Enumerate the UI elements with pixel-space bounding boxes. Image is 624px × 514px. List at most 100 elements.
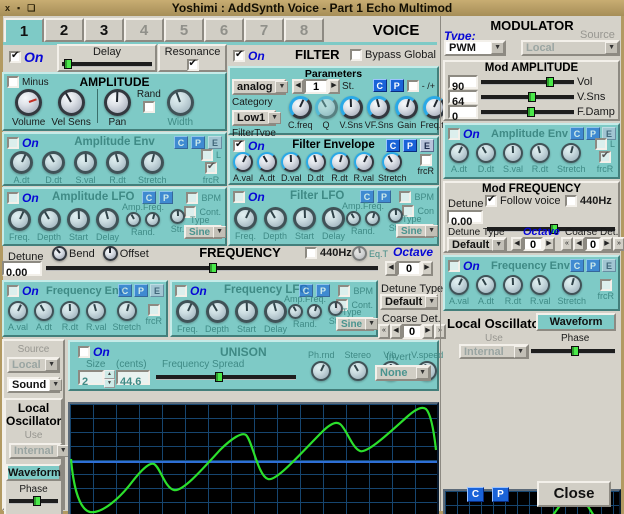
knob[interactable] bbox=[234, 207, 257, 230]
knob[interactable] bbox=[10, 151, 33, 174]
unison-size-stepper[interactable]: ▲▼ bbox=[104, 370, 115, 388]
knob[interactable] bbox=[503, 275, 523, 295]
mod-freq-env-on-checkbox[interactable] bbox=[448, 260, 460, 272]
knob[interactable] bbox=[106, 151, 129, 174]
spin-last-icon[interactable]: » bbox=[613, 237, 624, 251]
knob[interactable] bbox=[315, 96, 338, 119]
width-knob[interactable] bbox=[167, 89, 194, 116]
bypass-global-checkbox[interactable] bbox=[350, 49, 362, 61]
spin-right-icon[interactable]: ▶ bbox=[328, 79, 340, 94]
knob[interactable] bbox=[476, 275, 496, 295]
filter-type-dropdown[interactable]: analog▼ bbox=[232, 79, 286, 95]
copy-button[interactable]: C bbox=[174, 136, 188, 149]
vel-sens-knob[interactable] bbox=[58, 89, 85, 116]
bend-knob[interactable] bbox=[52, 246, 67, 261]
detune-type-dropdown[interactable]: Default▼ bbox=[380, 294, 438, 310]
spin-left-icon[interactable]: ◀ bbox=[511, 237, 523, 251]
mod-use-dropdown[interactable]: Internal▼ bbox=[459, 344, 529, 359]
mod-paste-button[interactable]: P bbox=[492, 487, 509, 502]
coarse-det-spinner[interactable]: « ◀ 0 ▶ » bbox=[378, 324, 446, 339]
paste-button[interactable]: P bbox=[586, 259, 600, 272]
mod-waveform-button[interactable]: Waveform bbox=[536, 313, 616, 331]
edit-button[interactable]: E bbox=[208, 136, 222, 149]
unison-spread-slider[interactable] bbox=[156, 372, 296, 382]
spin-right-icon[interactable]: ▶ bbox=[543, 237, 555, 251]
filter-lfo-on-checkbox[interactable] bbox=[233, 191, 245, 203]
knob[interactable] bbox=[67, 208, 90, 231]
source-dropdown[interactable]: Local▼ bbox=[7, 357, 60, 373]
440hz-checkbox[interactable] bbox=[305, 247, 317, 259]
amp-lfo-on-checkbox[interactable] bbox=[7, 192, 19, 204]
follow-voice-checkbox[interactable] bbox=[485, 195, 497, 207]
mod-fdamp-slider[interactable] bbox=[481, 107, 574, 117]
knob[interactable] bbox=[86, 301, 106, 321]
mod-octave-spinner[interactable]: ◀ 0 ▶ bbox=[511, 237, 555, 251]
knob[interactable] bbox=[395, 96, 418, 119]
mod-freq-env-frcr-checkbox[interactable] bbox=[600, 279, 612, 291]
knob[interactable] bbox=[348, 361, 368, 381]
knob[interactable] bbox=[117, 301, 137, 321]
copy-button[interactable]: C bbox=[570, 127, 584, 140]
knob[interactable] bbox=[503, 143, 523, 163]
lfo-rand-freq-knob[interactable] bbox=[145, 212, 160, 227]
offset-knob[interactable] bbox=[103, 246, 118, 261]
spin-first-icon[interactable]: « bbox=[378, 324, 390, 339]
knob[interactable] bbox=[449, 275, 469, 295]
knob[interactable] bbox=[293, 207, 316, 230]
tab-4[interactable]: 4 bbox=[124, 18, 164, 42]
tab-8[interactable]: 8 bbox=[284, 18, 324, 42]
tab-7[interactable]: 7 bbox=[244, 18, 284, 42]
knob[interactable] bbox=[311, 361, 331, 381]
knob[interactable] bbox=[257, 152, 277, 172]
knob[interactable] bbox=[235, 300, 258, 323]
mod-amp-env-frcr-checkbox[interactable] bbox=[599, 151, 611, 163]
copy-button[interactable]: C bbox=[570, 259, 584, 272]
unison-on-checkbox[interactable] bbox=[78, 346, 90, 358]
knob[interactable] bbox=[8, 208, 31, 231]
knob[interactable] bbox=[367, 96, 390, 119]
freq-env-frcr-checkbox[interactable] bbox=[148, 304, 160, 316]
knob[interactable] bbox=[34, 301, 54, 321]
tab-6[interactable]: 6 bbox=[204, 18, 244, 42]
knob[interactable] bbox=[264, 207, 287, 230]
rand-checkbox[interactable] bbox=[143, 101, 155, 113]
phase-slider[interactable] bbox=[9, 496, 58, 506]
mod-source-dropdown[interactable]: Local▼ bbox=[521, 40, 620, 56]
plusminus-checkbox[interactable] bbox=[407, 80, 419, 92]
amp-lfo-type-dropdown[interactable]: Sine▼ bbox=[184, 225, 222, 239]
lfo-rand-freq-knob[interactable] bbox=[307, 304, 322, 319]
knob[interactable] bbox=[96, 208, 119, 231]
amp-lfo-bpm-checkbox[interactable] bbox=[186, 192, 198, 204]
delay-slider[interactable] bbox=[62, 59, 152, 69]
mod-vol-slider[interactable] bbox=[481, 77, 574, 87]
spin-right-icon[interactable]: ▶ bbox=[601, 237, 613, 251]
copy-button[interactable]: C bbox=[386, 139, 400, 152]
spin-left-icon[interactable]: ◀ bbox=[573, 237, 585, 251]
knob[interactable] bbox=[289, 96, 312, 119]
filter-lfo-type-dropdown[interactable]: Sine▼ bbox=[396, 224, 434, 238]
knob[interactable] bbox=[562, 275, 582, 295]
knob[interactable] bbox=[233, 152, 253, 172]
knob[interactable] bbox=[340, 96, 363, 119]
mod-copy-button[interactable]: C bbox=[467, 487, 484, 502]
filter-env-frcr-checkbox[interactable] bbox=[420, 154, 432, 166]
knob[interactable] bbox=[530, 143, 550, 163]
knob[interactable] bbox=[354, 152, 374, 172]
eqt-knob[interactable] bbox=[352, 246, 367, 261]
mod-type-dropdown[interactable]: PWM▼ bbox=[444, 40, 506, 56]
use-dropdown[interactable]: Internal▼ bbox=[9, 443, 62, 459]
knob[interactable] bbox=[281, 152, 301, 172]
tab-3[interactable]: 3 bbox=[84, 18, 124, 42]
knob[interactable] bbox=[74, 151, 97, 174]
resonance-checkbox[interactable] bbox=[187, 59, 199, 71]
tab-1[interactable]: 1 bbox=[4, 18, 44, 45]
edit-button[interactable]: E bbox=[420, 139, 434, 152]
sound-dropdown[interactable]: Sound▼ bbox=[7, 377, 60, 393]
mod-amp-env-on-checkbox[interactable] bbox=[448, 128, 460, 140]
mod-coarse-spinner[interactable]: « ◀ 0 ▶ » bbox=[561, 237, 624, 251]
knob[interactable] bbox=[530, 275, 550, 295]
tab-2[interactable]: 2 bbox=[44, 18, 84, 42]
knob[interactable] bbox=[42, 151, 65, 174]
amp-env-frcr-checkbox[interactable] bbox=[205, 162, 217, 174]
knob[interactable] bbox=[38, 208, 61, 231]
